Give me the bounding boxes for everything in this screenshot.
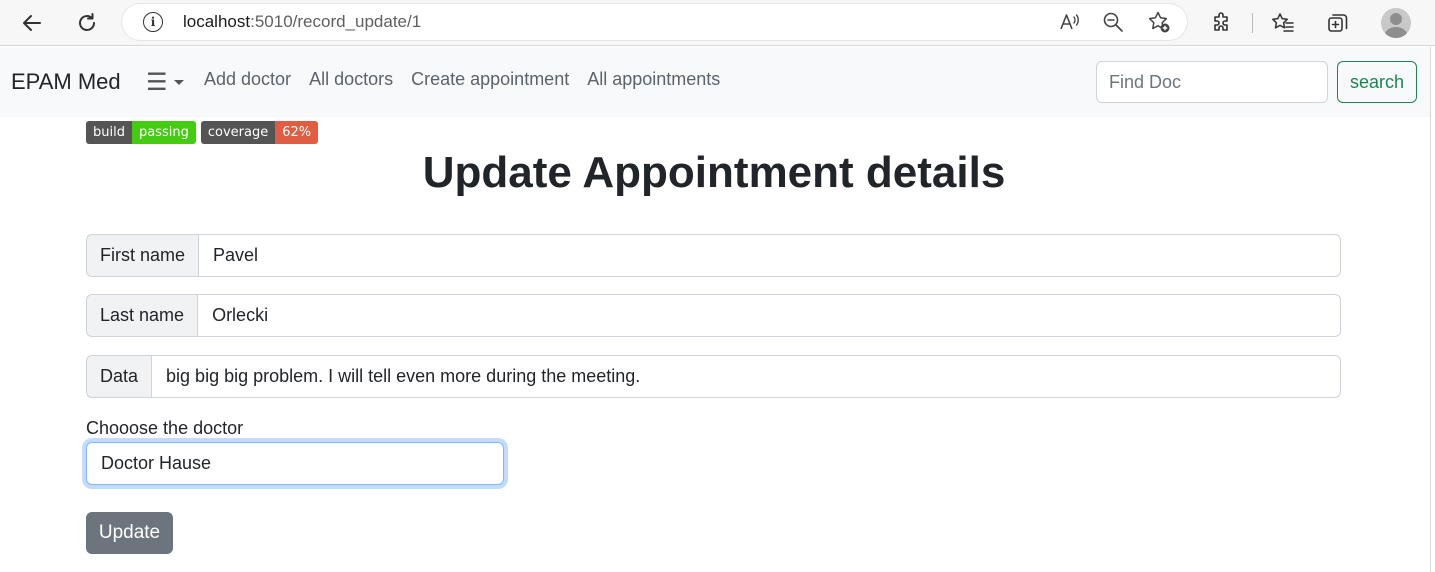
collections-icon[interactable] [1322, 7, 1354, 39]
profile-avatar[interactable] [1381, 8, 1411, 38]
nav-link-all-appointments[interactable]: All appointments [587, 69, 720, 90]
nav-links: Add doctor All doctors Create appointmen… [204, 69, 720, 90]
zoom-out-icon[interactable] [1101, 10, 1125, 34]
search-button[interactable]: search [1337, 61, 1417, 103]
refresh-icon[interactable] [71, 7, 103, 39]
page-title: Update Appointment details [422, 148, 1006, 197]
build-badge-key: build [86, 121, 132, 144]
data-field[interactable] [151, 355, 1341, 398]
caret-down-icon [173, 79, 184, 85]
first-name-field[interactable] [198, 234, 1341, 277]
favorites-icon[interactable] [1267, 7, 1299, 39]
build-badge-value: passing [131, 121, 196, 144]
avatar-shoulders [1385, 27, 1407, 38]
url-host: localhost [183, 12, 251, 31]
avatar-head [1390, 13, 1402, 25]
build-badge[interactable]: build passing [86, 121, 196, 144]
coverage-badge-key: coverage [200, 121, 276, 144]
hamburger-icon: ☰ [146, 68, 168, 96]
data-label: Data [86, 355, 152, 398]
status-badges: build passing coverage 62% [86, 121, 319, 144]
coverage-badge-value: 62% [275, 121, 319, 144]
doctor-select-value: Doctor Hause [101, 453, 212, 473]
last-name-group: Last name [86, 294, 1341, 337]
site-navbar: EPAM Med ☰ Add doctor All doctors Create… [0, 47, 1430, 117]
last-name-label: Last name [86, 294, 198, 337]
window-edge [1430, 47, 1431, 572]
doctor-select-label: Chooose the doctor [86, 418, 244, 438]
brand-logo[interactable]: EPAM Med [11, 69, 121, 95]
first-name-label: First name [86, 234, 199, 277]
nav-link-all-doctors[interactable]: All doctors [309, 69, 393, 90]
extensions-icon[interactable] [1206, 7, 1238, 39]
nav-link-add-doctor[interactable]: Add doctor [204, 69, 291, 90]
url-path: :5010/record_update/1 [250, 12, 422, 31]
update-button[interactable]: Update [86, 512, 173, 554]
nav-link-create-appointment[interactable]: Create appointment [411, 69, 569, 90]
url-text[interactable]: localhost:5010/record_update/1 [183, 12, 421, 32]
last-name-field[interactable] [197, 294, 1341, 337]
site-info-icon[interactable]: i [143, 12, 163, 32]
coverage-badge[interactable]: coverage 62% [200, 121, 319, 144]
menu-dropdown-toggle[interactable]: ☰ [146, 69, 184, 95]
first-name-group: First name [86, 234, 1341, 277]
browser-toolbar: i localhost:5010/record_update/1 [0, 0, 1435, 46]
find-doc-input[interactable] [1096, 61, 1328, 103]
doctor-select[interactable]: Doctor Hause [86, 442, 504, 485]
back-arrow-icon[interactable] [16, 7, 48, 39]
data-group: Data [86, 355, 1341, 398]
toolbar-separator [1252, 13, 1253, 33]
add-favorite-icon[interactable] [1147, 10, 1171, 34]
read-aloud-icon[interactable] [1057, 10, 1081, 34]
address-bar[interactable]: i localhost:5010/record_update/1 [122, 4, 1187, 40]
